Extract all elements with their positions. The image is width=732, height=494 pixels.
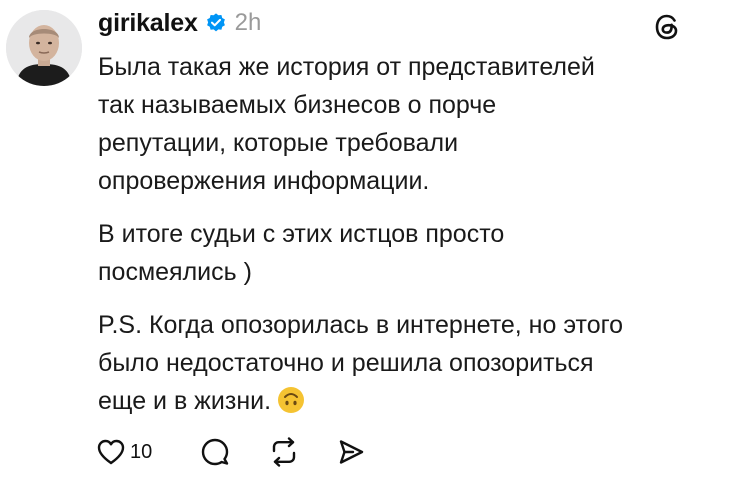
post-paragraph-3: P.S. Когда опозорилась в интернете, но э… [98, 306, 718, 425]
threads-logo-icon[interactable] [650, 10, 684, 44]
username[interactable]: girikalex [98, 9, 198, 38]
repost-icon [273, 437, 296, 467]
post-timestamp: 2h [234, 9, 262, 36]
post-paragraph-3-text: P.S. Когда опозорилась в интернете, но э… [98, 311, 624, 415]
comment-icon [202, 438, 229, 466]
post-actions: 10 [96, 432, 366, 472]
comment-button[interactable] [200, 437, 230, 467]
heart-icon [97, 439, 125, 465]
avatar[interactable] [6, 10, 82, 86]
repost-button[interactable] [268, 437, 300, 467]
post-header: girikalex 2h [98, 8, 261, 38]
upside-down-face-emoji [277, 386, 305, 425]
share-button[interactable] [336, 437, 366, 467]
like-button[interactable]: 10 [96, 438, 152, 466]
share-icon [340, 440, 364, 464]
avatar-image [6, 10, 82, 86]
post-paragraph-1: Была такая же история от представителей … [98, 53, 595, 195]
like-count: 10 [130, 440, 153, 463]
verified-badge-icon [206, 13, 225, 32]
post-body: Была такая же история от представителей … [98, 48, 718, 440]
post-paragraph-2: В итоге судьи с этих истцов просто посме… [98, 220, 505, 286]
